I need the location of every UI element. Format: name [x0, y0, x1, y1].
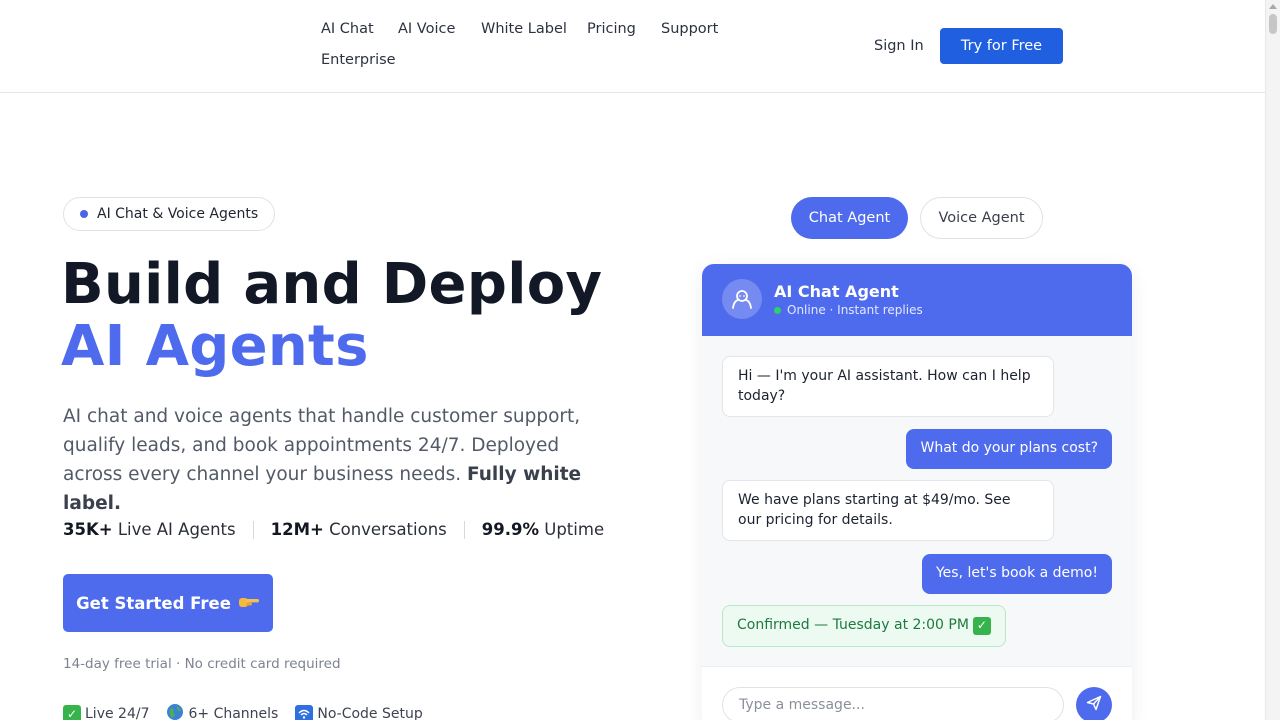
agent-status: Online · Instant replies: [774, 303, 923, 317]
send-icon: [1086, 695, 1102, 715]
hero-stats: 35K+ Live AI Agents 12M+ Conversations 9…: [63, 520, 604, 539]
badge-no-code: No-Code Setup: [295, 703, 423, 720]
stat-conversations: 12M+ Conversations: [271, 520, 447, 539]
badge-label: No-Code Setup: [317, 706, 423, 720]
nav-link-pricing[interactable]: Pricing: [587, 21, 636, 37]
badge-channels: 6+ Channels: [166, 703, 278, 720]
chat-input-bar: [702, 666, 1132, 720]
tab-voice-agent[interactable]: Voice Agent: [920, 197, 1043, 239]
chat-message-agent: Hi — I'm your AI assistant. How can I he…: [722, 356, 1054, 417]
try-for-free-button[interactable]: Try for Free: [940, 28, 1063, 64]
page-scrollbar[interactable]: [1265, 0, 1280, 720]
badge-label: Live 24/7: [85, 706, 150, 720]
stat-value: 35K+: [63, 520, 113, 539]
nav-link-ai-voice[interactable]: AI Voice: [398, 21, 455, 37]
bot-avatar-icon: [722, 279, 762, 319]
get-started-button[interactable]: Get Started Free: [63, 574, 273, 632]
online-status-icon: [774, 306, 781, 314]
nav-link-enterprise[interactable]: Enterprise: [321, 52, 396, 68]
pointing-hand-icon: [238, 593, 260, 613]
nav-link-ai-chat[interactable]: AI Chat: [321, 21, 374, 37]
stat-value: 99.9%: [481, 520, 540, 539]
send-button[interactable]: [1076, 687, 1112, 720]
chat-message-confirmation: Confirmed — Tuesday at 2:00 PM ✓: [722, 605, 1006, 647]
scroll-up-arrow-icon[interactable]: [1269, 4, 1277, 9]
stat-uptime: 99.9% Uptime: [482, 520, 604, 539]
badge-label: 6+ Channels: [188, 706, 279, 720]
hero-tag-pill: AI Chat & Voice Agents: [63, 197, 276, 231]
get-started-label: Get Started Free: [76, 593, 231, 613]
stat-label: Uptime: [539, 520, 605, 539]
chat-message-agent: We have plans starting at $49/mo. See ou…: [722, 480, 1054, 541]
nav-link-white-label[interactable]: White Label: [481, 21, 567, 37]
stat-divider: [463, 520, 465, 539]
site-header: AI Chat AI Voice White Label Pricing Sup…: [0, 0, 1265, 93]
hero-title-line2: AI Agents: [61, 314, 369, 379]
hero-description: AI chat and voice agents that handle cus…: [63, 402, 593, 518]
chat-message-user: What do your plans cost?: [906, 429, 1112, 469]
nav-link-support[interactable]: Support: [661, 21, 718, 37]
wifi-icon: [295, 705, 314, 720]
trial-note: 14-day free trial · No credit card requi…: [63, 656, 341, 672]
stat-divider: [252, 520, 254, 539]
globe-icon: [166, 703, 184, 720]
chat-header: AI Chat Agent Online · Instant replies: [702, 264, 1132, 336]
feature-badges: ✓ Live 24/7 6+ Channels No-Code Setup: [63, 703, 423, 720]
dot-icon: [80, 210, 88, 218]
stat-live-agents: 35K+ Live AI Agents: [63, 520, 236, 539]
agent-name: AI Chat Agent: [774, 282, 899, 301]
hero-title-line1: Build and Deploy: [61, 252, 603, 317]
tab-chat-agent[interactable]: Chat Agent: [791, 197, 908, 239]
scrollbar-thumb[interactable]: [1269, 14, 1277, 34]
stat-label: Live AI Agents: [112, 520, 236, 539]
confirmation-text: Confirmed — Tuesday at 2:00 PM: [737, 617, 969, 633]
check-icon: ✓: [63, 705, 81, 720]
chat-message-input[interactable]: [722, 687, 1064, 720]
check-icon: ✓: [972, 616, 991, 635]
agent-status-text: Online · Instant replies: [787, 303, 923, 317]
chat-message-user: Yes, let's book a demo!: [921, 554, 1112, 594]
badge-live: ✓ Live 24/7: [63, 703, 149, 720]
stat-value: 12M+: [270, 520, 324, 539]
hero-tag-label: AI Chat & Voice Agents: [97, 206, 259, 222]
sign-in-link[interactable]: Sign In: [874, 38, 924, 54]
chat-demo-card: AI Chat Agent Online · Instant replies H…: [702, 264, 1132, 720]
stat-label: Conversations: [323, 520, 447, 539]
